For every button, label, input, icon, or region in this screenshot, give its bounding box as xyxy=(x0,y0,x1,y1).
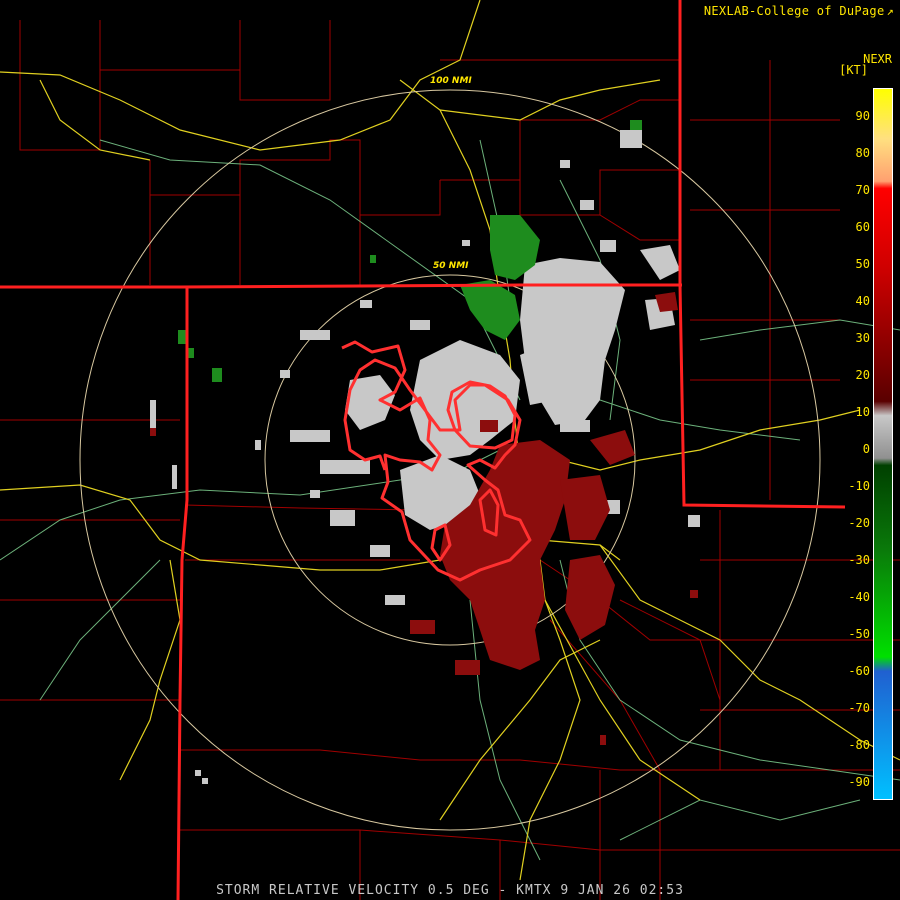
scale-tick: -60 xyxy=(848,664,870,678)
scale-tick: 50 xyxy=(855,257,870,271)
ring-label-50: 50 NMI xyxy=(433,261,469,271)
radar-map: 100 NMI 50 NMI xyxy=(0,0,900,900)
scale-tick: 0 xyxy=(862,442,870,456)
scale-tick: 70 xyxy=(855,183,870,197)
ring-label-100: 100 NMI xyxy=(430,76,472,86)
scale-tick: -50 xyxy=(848,627,870,641)
scale-border xyxy=(873,88,893,800)
scale-tick: 40 xyxy=(855,294,870,308)
scale-tick: -10 xyxy=(848,479,870,493)
scale-tick: 30 xyxy=(855,331,870,345)
scale-tick: -90 xyxy=(848,775,870,789)
scale-tick: 90 xyxy=(855,109,870,123)
scale-tick: -20 xyxy=(848,516,870,530)
scale-tick: -30 xyxy=(848,553,870,567)
credit-text: NEXLAB-College of DuPage xyxy=(703,4,885,18)
product-footer: STORM RELATIVE VELOCITY 0.5 DEG - KMTX 9… xyxy=(216,883,684,898)
scale-tick: -40 xyxy=(848,590,870,604)
scale-tick: 10 xyxy=(855,405,870,419)
external-link-icon: ↗ xyxy=(886,4,894,18)
state-borders xyxy=(0,0,846,900)
scale-tick: 60 xyxy=(855,220,870,234)
scale-tick: -70 xyxy=(848,701,870,715)
credit-link[interactable]: NEXLAB-College of DuPage ↗ xyxy=(704,4,894,18)
scale-unit: [KT] xyxy=(839,63,868,77)
scale-tick: -80 xyxy=(848,738,870,752)
scale-tick: 80 xyxy=(855,146,870,160)
scale-tick: 20 xyxy=(855,368,870,382)
